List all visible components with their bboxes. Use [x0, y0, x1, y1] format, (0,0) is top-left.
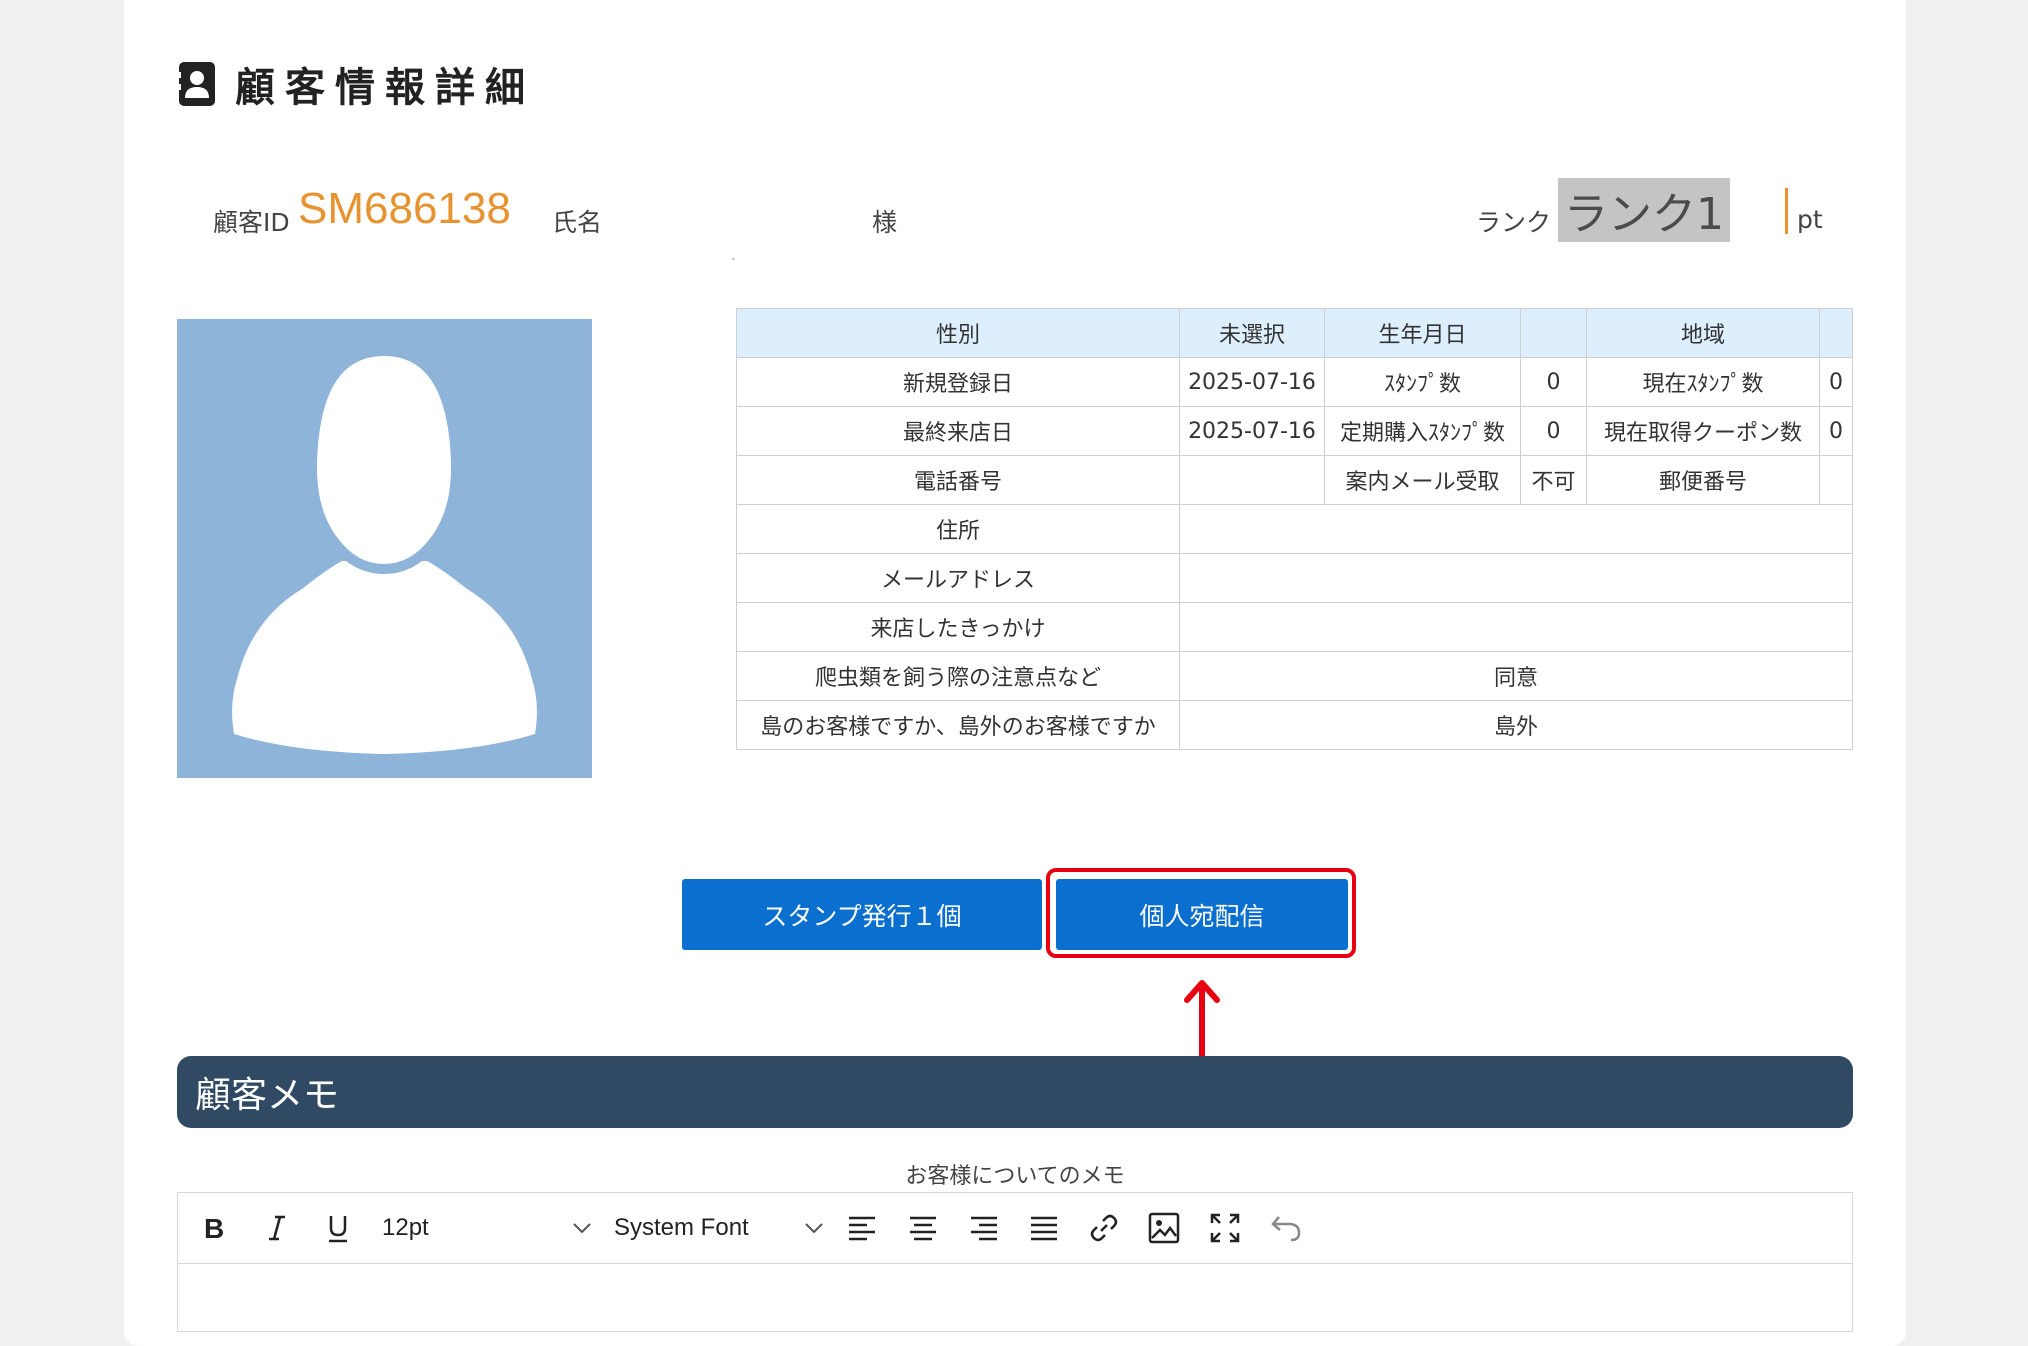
align-justify-button[interactable] [1029, 1210, 1059, 1246]
table-row: メールアドレス [736, 553, 1853, 603]
bold-icon: B [204, 1214, 224, 1242]
align-left-icon [849, 1216, 875, 1241]
table-cell [1819, 308, 1853, 358]
table-cell: 定期購入ｽﾀﾝﾌﾟ数 [1324, 406, 1521, 456]
italic-icon [269, 1215, 285, 1241]
table-cell: 来店したきっかけ [736, 602, 1180, 652]
customer-name-label: 氏名 [552, 208, 603, 237]
table-cell [1179, 504, 1853, 554]
table-cell: 最終来店日 [736, 406, 1180, 456]
underline-icon [329, 1216, 347, 1243]
font-family-value: System Font [614, 1214, 749, 1241]
undo-button[interactable] [1270, 1210, 1302, 1246]
table-cell [1520, 308, 1587, 358]
page-title: 顧客情報詳細 [235, 65, 535, 111]
memo-section-header: 顧客メモ [177, 1056, 1853, 1128]
points-value [1785, 188, 1788, 234]
divider [732, 258, 735, 260]
table-cell: 爬虫類を飼う際の注意点など [736, 651, 1180, 701]
table-cell: 新規登録日 [736, 357, 1180, 407]
table-cell: 2025-07-16 [1179, 357, 1325, 407]
table-cell [1819, 455, 1853, 505]
align-left-button[interactable] [847, 1210, 877, 1246]
align-right-button[interactable] [969, 1210, 999, 1246]
issue-stamp-button[interactable]: スタンプ発行１個 [682, 879, 1042, 950]
link-icon [1090, 1214, 1118, 1242]
align-center-button[interactable] [908, 1210, 938, 1246]
table-cell: 未選択 [1179, 308, 1325, 358]
table-row: 島のお客様ですか、島外のお客様ですか 島外 [736, 700, 1853, 750]
font-family-select[interactable]: System Font [614, 1210, 824, 1246]
highlight-box [1046, 868, 1356, 958]
svg-text:B: B [204, 1214, 224, 1242]
align-right-icon [971, 1216, 997, 1241]
image-button[interactable] [1148, 1210, 1180, 1246]
table-cell: 島外 [1179, 700, 1853, 750]
font-size-value: 12pt [382, 1214, 429, 1241]
italic-button[interactable] [266, 1210, 288, 1246]
table-row: 来店したきっかけ [736, 602, 1853, 652]
table-cell: 0 [1819, 357, 1853, 407]
undo-icon [1271, 1216, 1301, 1242]
table-cell: 2025-07-16 [1179, 406, 1325, 456]
page-header: 顧客情報詳細 [177, 56, 535, 112]
image-icon [1148, 1212, 1180, 1244]
table-cell: 案内メール受取 [1324, 455, 1521, 505]
avatar [177, 319, 592, 778]
table-cell: 0 [1520, 357, 1587, 407]
contact-card-icon [177, 62, 215, 106]
table-row: 最終来店日 2025-07-16 定期購入ｽﾀﾝﾌﾟ数 0 現在取得クーポン数 … [736, 406, 1853, 456]
customer-id-value: SM686138 [298, 184, 511, 233]
table-cell: 生年月日 [1324, 308, 1521, 358]
table-cell: 0 [1819, 406, 1853, 456]
table-cell [1179, 602, 1853, 652]
table-cell: 同意 [1179, 651, 1853, 701]
customer-info-table: 性別 未選択 生年月日 地域 新規登録日 2025-07-16 ｽﾀﾝﾌﾟ数 0… [736, 308, 1853, 750]
table-row: 爬虫類を飼う際の注意点など 同意 [736, 651, 1853, 701]
table-row: 新規登録日 2025-07-16 ｽﾀﾝﾌﾟ数 0 現在ｽﾀﾝﾌﾟ数 0 [736, 357, 1853, 407]
table-cell: 住所 [736, 504, 1180, 554]
honorific: 様 [872, 208, 898, 237]
underline-button[interactable] [326, 1210, 350, 1246]
fullscreen-icon [1210, 1213, 1240, 1243]
table-row: 電話番号 案内メール受取 不可 郵便番号 [736, 455, 1853, 505]
customer-id-label: 顧客ID [213, 208, 290, 237]
table-cell: 郵便番号 [1586, 455, 1820, 505]
memo-section-title: 顧客メモ [195, 1075, 340, 1116]
bold-button[interactable]: B [204, 1210, 226, 1246]
rank-label: ランク [1476, 208, 1552, 237]
align-center-icon [910, 1216, 936, 1241]
link-button[interactable] [1088, 1210, 1120, 1246]
editor-toolbar: B 12pt System Font [178, 1193, 1852, 1264]
table-cell: 地域 [1586, 308, 1820, 358]
chevron-down-icon [573, 1223, 591, 1234]
person-placeholder-icon [232, 345, 537, 754]
table-cell: 0 [1520, 406, 1587, 456]
font-size-select[interactable]: 12pt [382, 1210, 592, 1246]
table-cell: メールアドレス [736, 553, 1180, 603]
rank-badge: ランク1 [1558, 178, 1730, 242]
table-cell: ｽﾀﾝﾌﾟ数 [1324, 357, 1521, 407]
table-cell [1179, 553, 1853, 603]
align-justify-icon [1031, 1216, 1057, 1241]
table-cell: 現在取得クーポン数 [1586, 406, 1820, 456]
table-row: 住所 [736, 504, 1853, 554]
table-cell: 性別 [736, 308, 1180, 358]
chevron-down-icon [805, 1223, 823, 1234]
fullscreen-button[interactable] [1210, 1210, 1240, 1246]
table-cell: 島のお客様ですか、島外のお客様ですか [736, 700, 1180, 750]
table-cell: 現在ｽﾀﾝﾌﾟ数 [1586, 357, 1820, 407]
table-cell: 不可 [1520, 455, 1587, 505]
table-cell [1179, 455, 1325, 505]
table-cell: 電話番号 [736, 455, 1180, 505]
table-header-row: 性別 未選択 生年月日 地域 [736, 308, 1853, 358]
points-unit: pt [1797, 205, 1823, 234]
memo-editor[interactable]: B 12pt System Font [177, 1192, 1853, 1332]
memo-subtitle: お客様についてのメモ [905, 1164, 1125, 1189]
